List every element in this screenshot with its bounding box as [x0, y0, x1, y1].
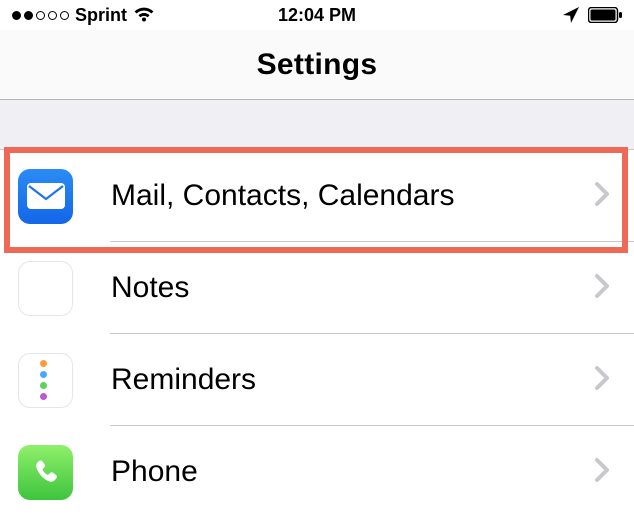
clock: 12:04 PM [215, 5, 418, 26]
carrier-label: Sprint [75, 5, 127, 26]
row-label: Mail, Contacts, Calendars [111, 179, 594, 213]
row-phone[interactable]: Phone [0, 426, 634, 518]
page-title: Settings [257, 48, 378, 82]
wifi-icon [133, 6, 155, 24]
signal-strength-icon [12, 11, 69, 20]
row-mail-contacts-calendars[interactable]: Mail, Contacts, Calendars [0, 150, 634, 242]
location-arrow-icon [562, 6, 580, 24]
mail-icon [18, 169, 73, 224]
nav-header: Settings [0, 30, 634, 100]
status-right [419, 6, 622, 24]
status-left: Sprint [12, 5, 215, 26]
chevron-right-icon [594, 457, 610, 488]
chevron-right-icon [594, 273, 610, 304]
row-label: Notes [111, 271, 594, 305]
reminders-icon [18, 353, 73, 408]
settings-list: Mail, Contacts, Calendars Notes Reminder… [0, 150, 634, 518]
row-notes[interactable]: Notes [0, 242, 634, 334]
section-gap [0, 100, 634, 150]
row-label: Reminders [111, 363, 594, 397]
chevron-right-icon [594, 181, 610, 212]
battery-icon [588, 7, 622, 23]
notes-icon [18, 261, 73, 316]
chevron-right-icon [594, 365, 610, 396]
status-bar: Sprint 12:04 PM [0, 0, 634, 30]
phone-icon [18, 445, 73, 500]
row-label: Phone [111, 455, 594, 489]
row-reminders[interactable]: Reminders [0, 334, 634, 426]
